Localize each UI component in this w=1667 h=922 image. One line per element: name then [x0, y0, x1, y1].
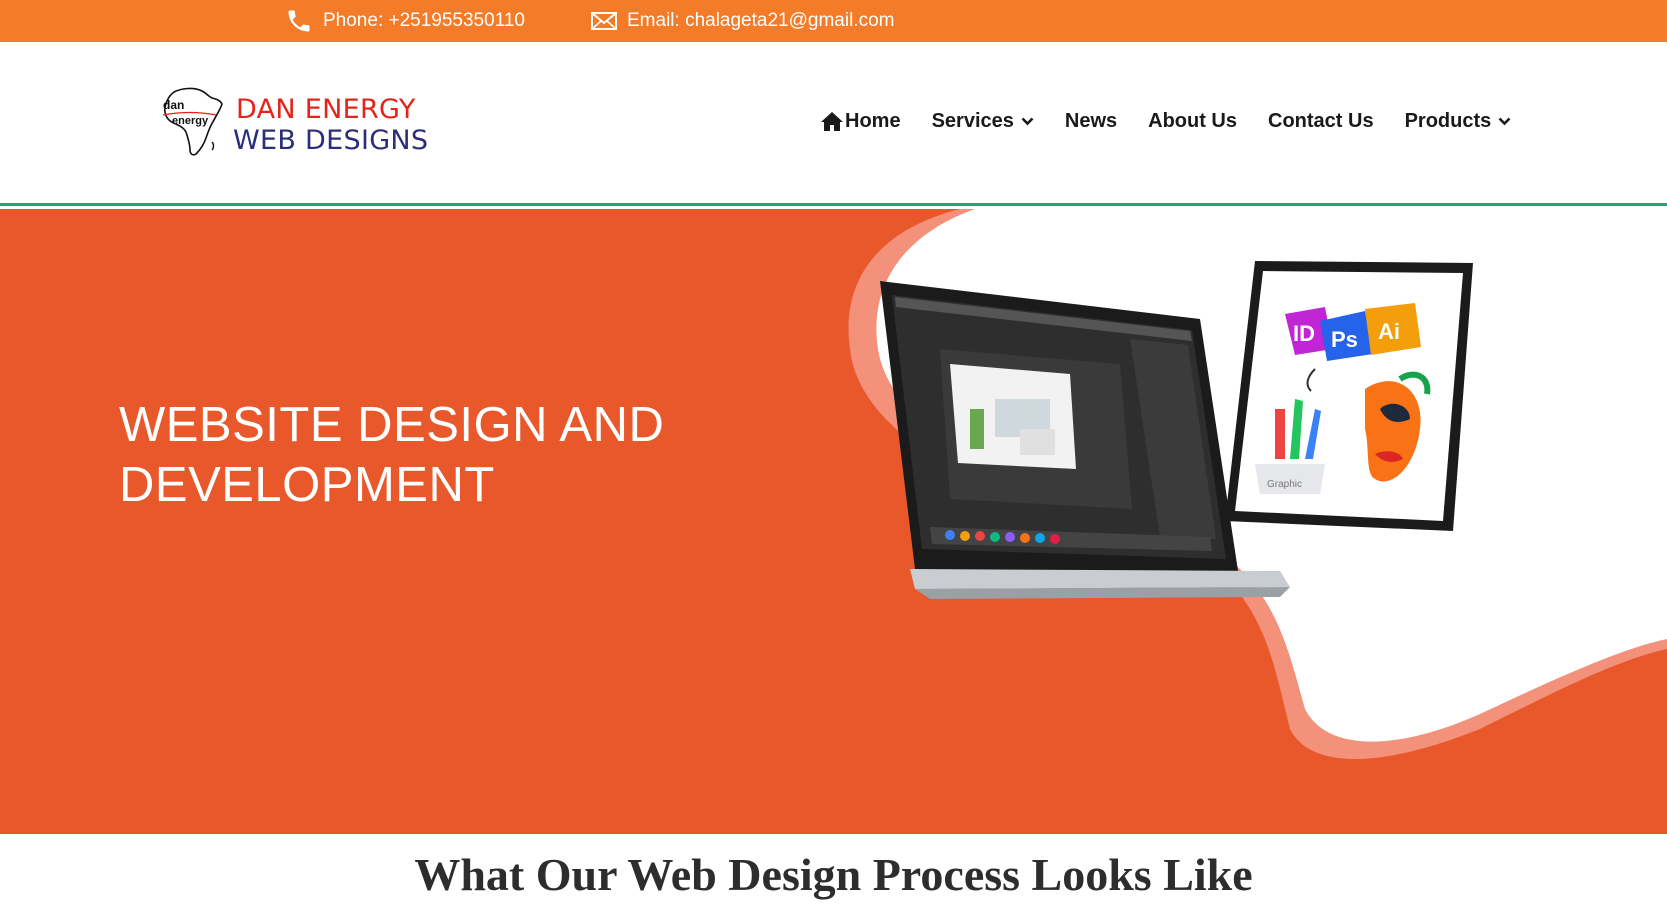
tablet-illustration: ID Ps Ai Graphic	[1225, 261, 1473, 531]
logo-line-2: WEB DESIGNS	[233, 125, 429, 156]
chevron-down-icon	[1021, 117, 1034, 126]
site-logo[interactable]: dan energy DAN ENERGY WEB DESIGNS	[160, 84, 428, 164]
nav-products-label: Products	[1404, 110, 1492, 132]
nav-services[interactable]: Services	[932, 110, 1034, 133]
nav-contact-label: Contact Us	[1268, 110, 1374, 132]
email-text: Email: chalageta21@gmail.com	[627, 10, 895, 31]
africa-map-icon: dan energy	[160, 84, 228, 158]
tablet-badge-ps: Ps	[1331, 327, 1358, 352]
email-contact[interactable]: Email: chalageta21@gmail.com	[591, 0, 894, 42]
logo-mark-top: dan	[163, 98, 184, 112]
nav-news[interactable]: News	[1065, 110, 1117, 133]
nav-services-label: Services	[931, 110, 1014, 132]
logo-mark-bottom: energy	[172, 115, 209, 127]
nav-contact-us[interactable]: Contact Us	[1268, 110, 1374, 133]
home-icon	[820, 111, 844, 132]
nav-home-label: Home	[845, 110, 901, 132]
top-contact-bar: Phone: +251955350110 Email: chalageta21@…	[0, 0, 1667, 42]
envelope-icon	[591, 11, 617, 31]
phone-contact[interactable]: Phone: +251955350110	[285, 0, 525, 42]
nav-about-label: About Us	[1148, 110, 1238, 132]
nav-about-us[interactable]: About Us	[1148, 110, 1237, 133]
phone-text: Phone: +251955350110	[323, 10, 525, 31]
tablet-badge-id: ID	[1293, 321, 1315, 346]
section-title: What Our Web Design Process Looks Like	[414, 849, 1253, 900]
chevron-down-icon	[1498, 117, 1511, 126]
logo-line-1: DAN ENERGY	[236, 94, 416, 125]
hero-title: WEBSITE DESIGN AND DEVELOPMENT	[119, 398, 665, 512]
site-header: dan energy DAN ENERGY WEB DESIGNS Home S…	[0, 42, 1667, 206]
tablet-caption: Graphic	[1267, 479, 1302, 490]
tablet-badge-ai: Ai	[1378, 319, 1400, 344]
nav-products[interactable]: Products	[1405, 110, 1512, 133]
phone-icon	[285, 7, 313, 35]
nav-home[interactable]: Home	[820, 110, 901, 133]
main-nav: Home Services News About Us Contact Us P…	[820, 110, 1511, 133]
hero-banner: WEBSITE DESIGN AND DEVELOPMENT ID Ps Ai …	[0, 209, 1667, 834]
nav-news-label: News	[1064, 110, 1118, 132]
